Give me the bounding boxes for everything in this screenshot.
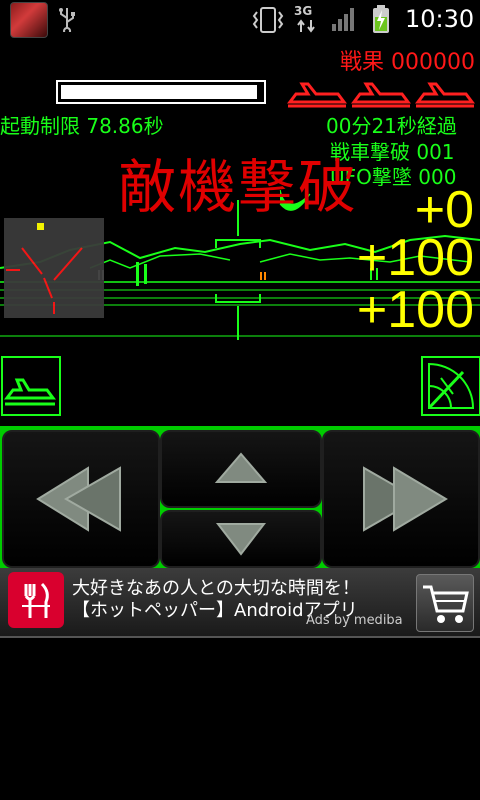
ad-attribution: Ads by mediba xyxy=(306,613,403,628)
score-value: 000000 xyxy=(391,50,475,75)
tank-select-button[interactable] xyxy=(1,356,61,416)
rotate-left-icon xyxy=(36,466,121,532)
tank-select-icon xyxy=(4,378,56,406)
radar-toggle-button[interactable] xyxy=(421,356,480,416)
signal-icon xyxy=(332,8,354,31)
bonus-score: +100 xyxy=(356,229,474,287)
energy-bar xyxy=(56,80,266,104)
usb-icon xyxy=(59,8,75,32)
rotate-right-button[interactable] xyxy=(322,430,480,568)
rotate-right-icon xyxy=(363,466,448,532)
rotate-left-button[interactable] xyxy=(2,430,160,568)
tank-life-icon xyxy=(287,82,347,108)
3g-data-icon: 3G xyxy=(292,4,320,34)
radar-display xyxy=(4,218,104,318)
elapsed-time: 00分21秒経過 xyxy=(326,114,457,138)
backward-arrow-icon xyxy=(215,523,267,556)
battery-charging-icon xyxy=(373,5,389,33)
clock: 10:30 xyxy=(405,5,475,33)
restaurant-fork-icon[interactable] xyxy=(8,572,64,628)
3g-label: 3G xyxy=(294,4,313,18)
tank-life-icon xyxy=(415,82,475,108)
app-thumbnail-icon xyxy=(10,2,48,38)
enemy-destroyed-message: 敵機撃破 xyxy=(118,153,359,221)
forward-button[interactable] xyxy=(160,430,322,508)
shopping-cart-icon[interactable] xyxy=(416,574,474,632)
score-label: 戦果 xyxy=(340,50,385,75)
status-bar: 3G 10:30 xyxy=(0,0,480,38)
lives-remaining xyxy=(287,82,475,108)
radar-sweep-icon xyxy=(427,362,475,410)
bonus-score: +100 xyxy=(356,281,474,339)
vibrate-icon xyxy=(252,7,284,33)
forward-arrow-icon xyxy=(214,452,268,483)
radar-blip xyxy=(37,223,44,230)
energy-fill xyxy=(61,85,257,99)
score-display: 戦果 000000 xyxy=(340,44,475,76)
time-limit: 起動制限 78.86秒 xyxy=(0,114,164,138)
backward-button[interactable] xyxy=(160,510,322,568)
tank-life-icon xyxy=(351,82,411,108)
